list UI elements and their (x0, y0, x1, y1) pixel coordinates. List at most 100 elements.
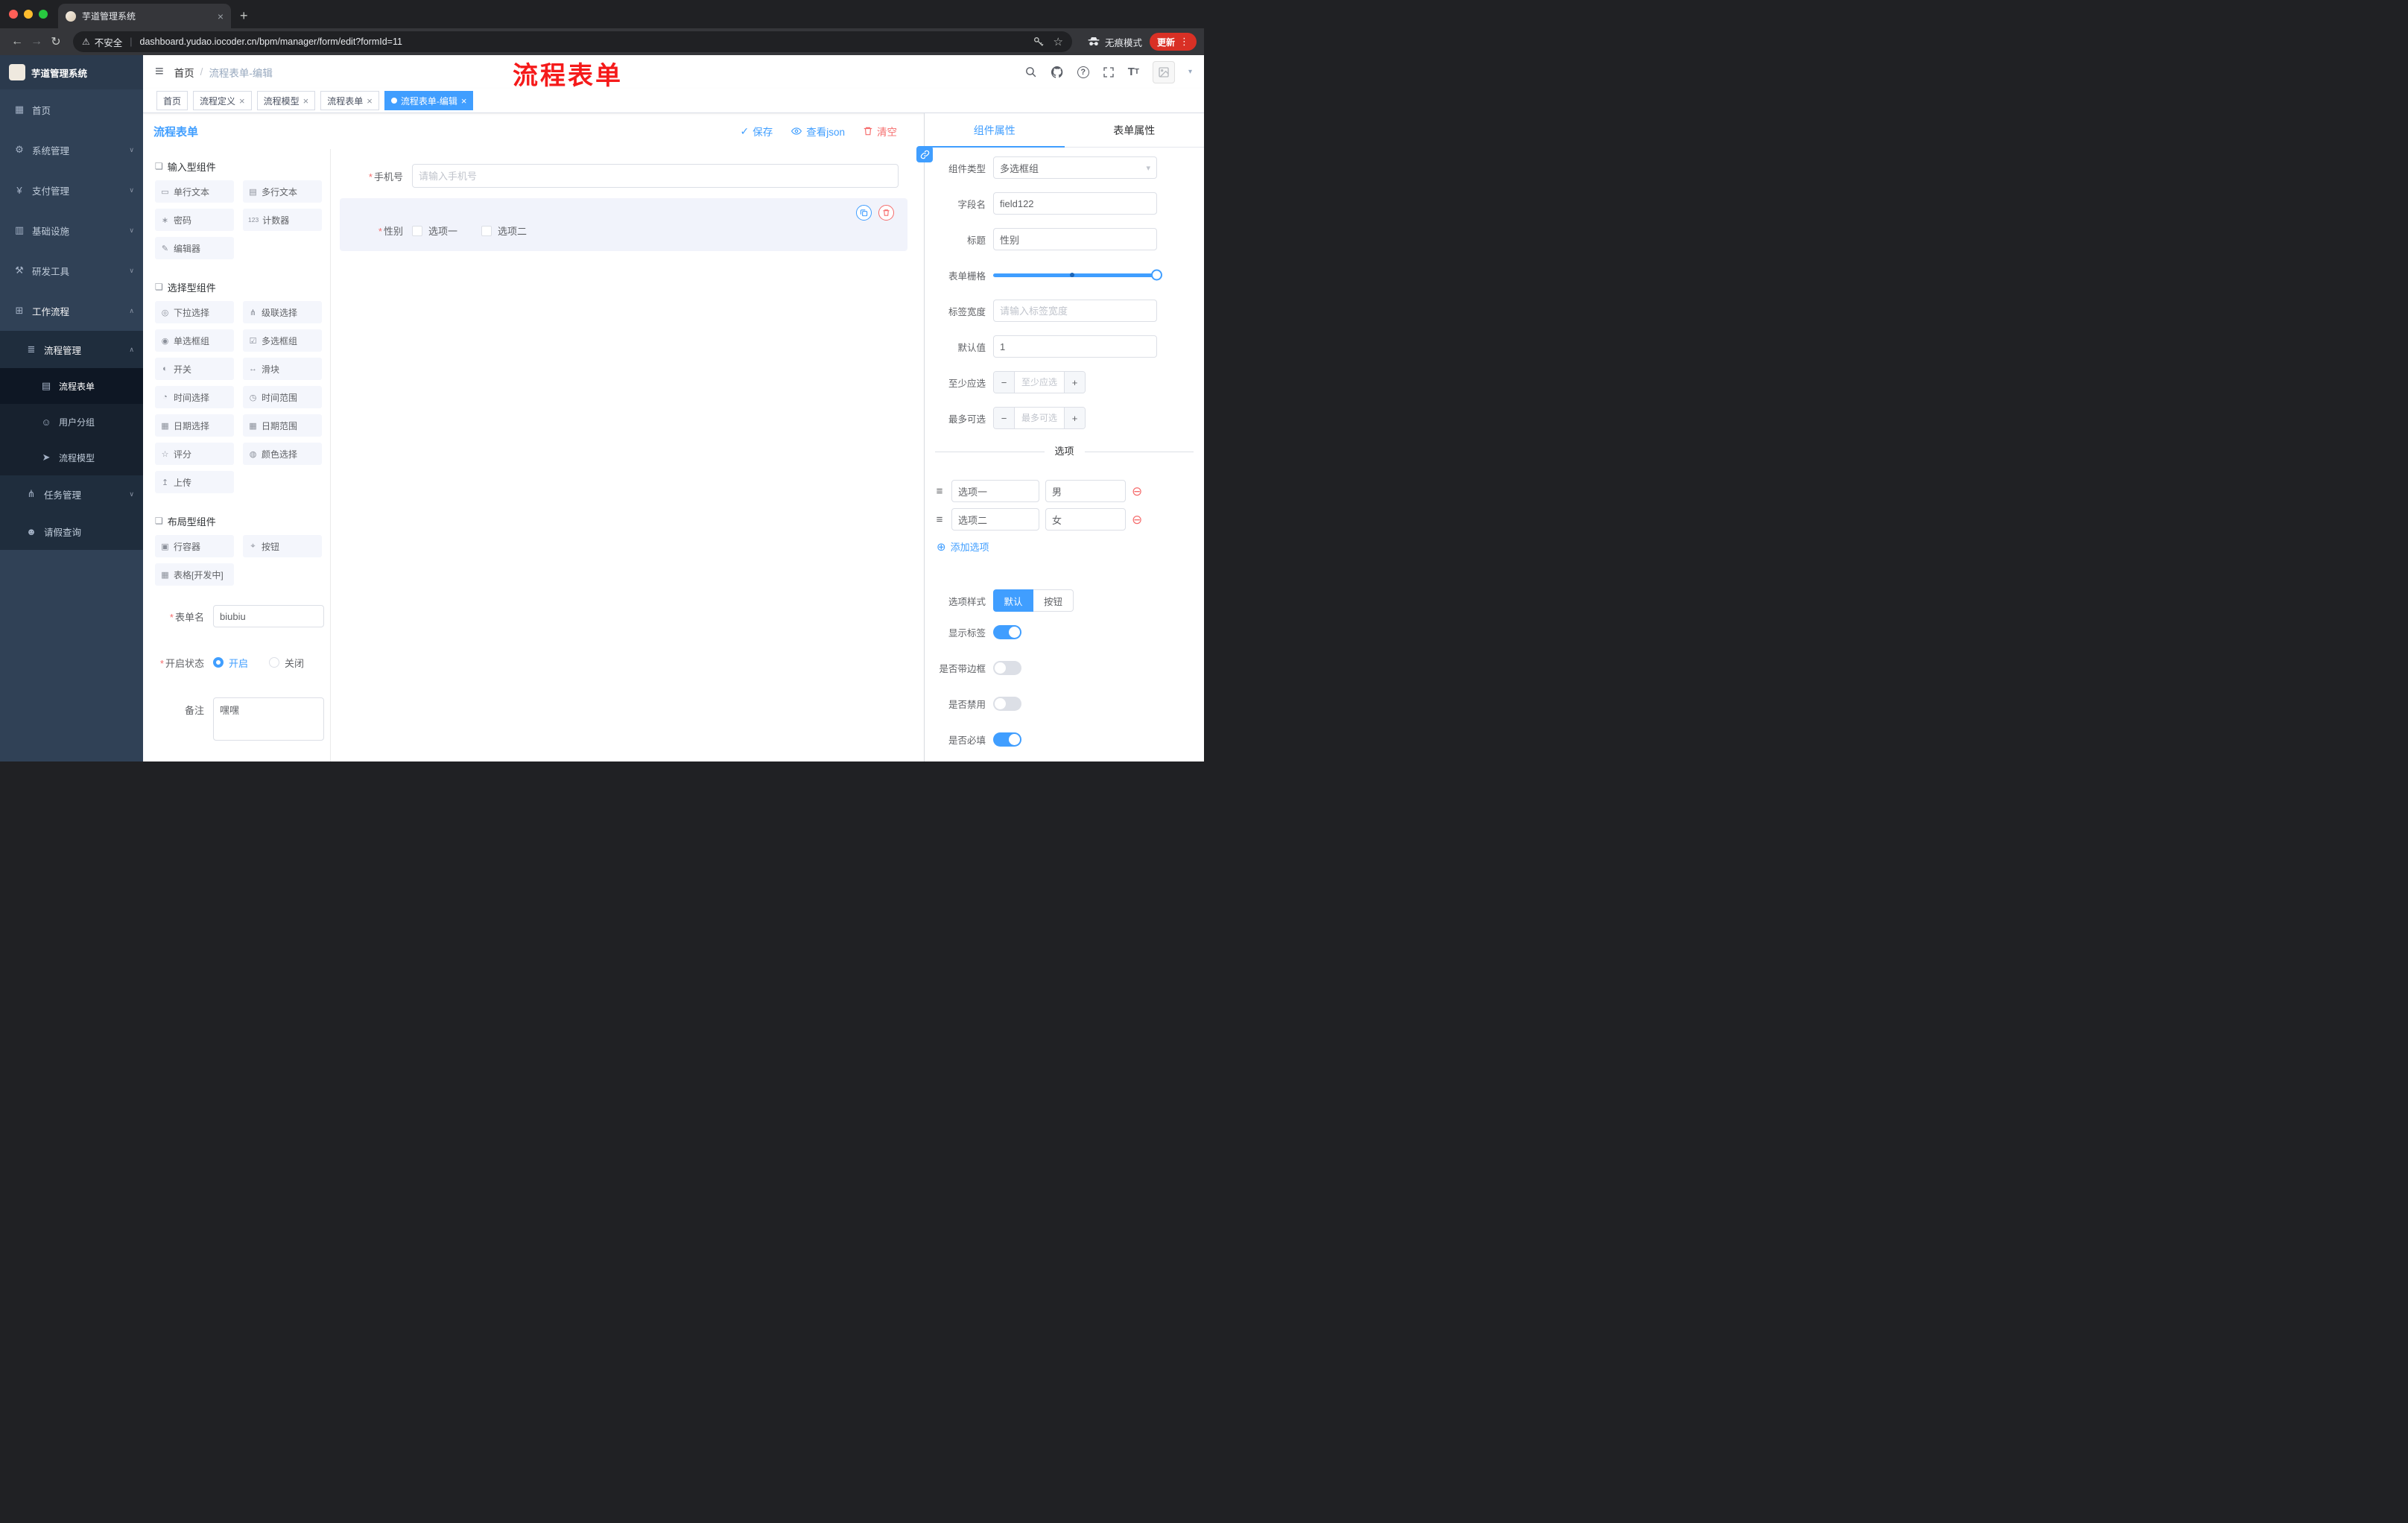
status-radio-off[interactable]: 关闭 (269, 656, 304, 670)
disabled-toggle[interactable] (993, 697, 1021, 711)
slider-track[interactable] (993, 269, 1162, 281)
palette-item-textarea[interactable]: ▤ 多行文本 (243, 180, 322, 203)
palette-item-checkbox-group[interactable]: ☑ 多选框组 (243, 329, 322, 352)
add-option-button[interactable]: ⊕ 添加选项 (937, 539, 1204, 554)
default-value-input[interactable] (993, 335, 1157, 358)
remove-option-icon[interactable]: ⊖ (1132, 485, 1142, 498)
clear-button[interactable]: 清空 (863, 124, 897, 139)
close-icon[interactable]: × (461, 95, 467, 107)
palette-item-editor[interactable]: ✎ 编辑器 (155, 237, 234, 259)
sidebar-item-payment[interactable]: ¥ 支付管理 ∨ (0, 170, 143, 210)
tag-process-model[interactable]: 流程模型 × (256, 91, 316, 110)
phone-input[interactable] (412, 164, 899, 188)
sidebar-item-devtools[interactable]: ⚒ 研发工具 ∨ (0, 250, 143, 291)
title-input[interactable] (993, 228, 1157, 250)
bookmark-star-icon[interactable]: ☆ (1054, 35, 1063, 48)
close-window-button[interactable] (9, 10, 18, 19)
copy-widget-button[interactable] (856, 205, 872, 221)
palette-item-table[interactable]: ▦ 表格[开发中] (155, 563, 234, 586)
palette-item-time-range[interactable]: ◷ 时间范围 (243, 386, 322, 408)
form-canvas[interactable]: * 手机号 请输入手机号 * 性别 选项一 选项二 (331, 149, 924, 762)
search-icon[interactable] (1024, 66, 1037, 78)
palette-item-cascader[interactable]: ⋔ 级联选择 (243, 301, 322, 323)
palette-item-color-picker[interactable]: ◍ 颜色选择 (243, 443, 322, 465)
font-size-icon[interactable]: TT (1128, 66, 1139, 78)
palette-item-slider[interactable]: ↔ 滑块 (243, 358, 322, 380)
reload-icon[interactable]: ↻ (46, 32, 66, 51)
palette-item-button[interactable]: ⌖ 按钮 (243, 535, 322, 557)
increase-button[interactable]: + (1064, 408, 1085, 428)
sidebar-item-system[interactable]: ⚙ 系统管理 ∨ (0, 130, 143, 170)
browser-update-button[interactable]: 更新 ⋮ (1149, 33, 1197, 51)
increase-button[interactable]: + (1064, 372, 1085, 393)
minimize-window-button[interactable] (24, 10, 33, 19)
bordered-toggle[interactable] (993, 661, 1021, 675)
close-icon[interactable]: × (367, 95, 373, 107)
form-name-input[interactable] (213, 605, 324, 627)
delete-widget-button[interactable] (878, 205, 894, 221)
password-key-icon[interactable] (1033, 36, 1045, 48)
drag-handle-icon[interactable]: ≡ (934, 485, 945, 498)
palette-item-counter[interactable]: 123 计数器 (243, 209, 322, 231)
checkbox[interactable] (412, 225, 422, 236)
sidebar-item-user-groups[interactable]: ☺ 用户分组 (0, 404, 143, 440)
sidebar-item-home[interactable]: ▦ 首页 (0, 89, 143, 130)
option-style-button[interactable]: 按钮 (1033, 589, 1074, 612)
tab-close-icon[interactable]: × (218, 10, 224, 22)
option-1-value-input[interactable] (1045, 480, 1126, 502)
avatar-caret-icon[interactable]: ▾ (1188, 68, 1192, 76)
option-style-default[interactable]: 默认 (993, 589, 1033, 612)
status-radio-on[interactable]: 开启 (213, 656, 248, 670)
palette-item-password[interactable]: ∗ 密码 (155, 209, 234, 231)
gender-option-2[interactable]: 选项二 (481, 224, 527, 238)
close-icon[interactable]: × (239, 95, 245, 107)
palette-item-select[interactable]: ◎ 下拉选择 (155, 301, 234, 323)
sidebar-item-process-form[interactable]: ▤ 流程表单 (0, 368, 143, 404)
grid-slider[interactable] (993, 264, 1162, 286)
palette-item-date-picker[interactable]: ▦ 日期选择 (155, 414, 234, 437)
sidebar-item-leave-query[interactable]: ☻ 请假查询 (0, 513, 143, 550)
browser-menu-icon[interactable]: ⋮ (1179, 36, 1189, 48)
option-2-value-input[interactable] (1045, 508, 1126, 531)
field-phone[interactable]: * 手机号 (340, 164, 899, 188)
close-icon[interactable]: × (303, 95, 309, 107)
new-tab-button[interactable]: + (240, 8, 248, 24)
decrease-button[interactable]: − (994, 408, 1015, 428)
option-1-label-input[interactable] (951, 480, 1039, 502)
sidebar-item-workflow[interactable]: ⊞ 工作流程 ∧ (0, 291, 143, 331)
tag-process-form[interactable]: 流程表单 × (320, 91, 379, 110)
save-button[interactable]: ✓ 保存 (741, 124, 773, 139)
github-icon[interactable] (1051, 66, 1064, 79)
tab-form-props[interactable]: 表单属性 (1065, 113, 1205, 147)
palette-item-switch[interactable]: ◐ 开关 (155, 358, 234, 380)
field-name-input[interactable] (993, 192, 1157, 215)
sidebar-item-process-model[interactable]: ➤ 流程模型 (0, 440, 143, 475)
view-json-button[interactable]: 查看json (790, 124, 845, 139)
sidebar-item-infra[interactable]: ▥ 基础设施 ∨ (0, 210, 143, 250)
maximize-window-button[interactable] (39, 10, 48, 19)
palette-item-date-range[interactable]: ▦ 日期范围 (243, 414, 322, 437)
slider-handle[interactable] (1151, 269, 1162, 281)
form-remark-textarea[interactable]: 嘿嘿 (213, 697, 324, 741)
gender-option-1[interactable]: 选项一 (412, 224, 457, 238)
component-type-select[interactable]: 多选框组 ▾ (993, 156, 1157, 179)
checkbox[interactable] (481, 225, 492, 236)
link-handle-button[interactable] (916, 146, 933, 162)
tab-component-props[interactable]: 组件属性 (925, 113, 1065, 148)
sidebar-item-process-management[interactable]: ≣ 流程管理 ∧ (0, 331, 143, 368)
tag-home[interactable]: 首页 (156, 91, 188, 110)
palette-item-row-container[interactable]: ▣ 行容器 (155, 535, 234, 557)
address-bar[interactable]: ⚠ 不安全 | dashboard.yudao.iocoder.cn/bpm/m… (73, 31, 1072, 52)
min-select-input[interactable] (1015, 372, 1064, 393)
remove-option-icon[interactable]: ⊖ (1132, 513, 1142, 526)
help-icon[interactable]: ? (1077, 66, 1089, 78)
back-icon[interactable]: ← (7, 32, 27, 51)
drag-handle-icon[interactable]: ≡ (934, 513, 945, 526)
palette-item-single-text[interactable]: ▭ 单行文本 (155, 180, 234, 203)
sidebar-item-task-management[interactable]: ⋔ 任务管理 ∨ (0, 475, 143, 513)
tag-process-definition[interactable]: 流程定义 × (193, 91, 252, 110)
hamburger-icon[interactable]: ≡ (155, 63, 164, 80)
breadcrumb-home[interactable]: 首页 (174, 65, 194, 80)
palette-item-radio-group[interactable]: ◉ 单选框组 (155, 329, 234, 352)
label-width-input[interactable] (993, 300, 1157, 322)
